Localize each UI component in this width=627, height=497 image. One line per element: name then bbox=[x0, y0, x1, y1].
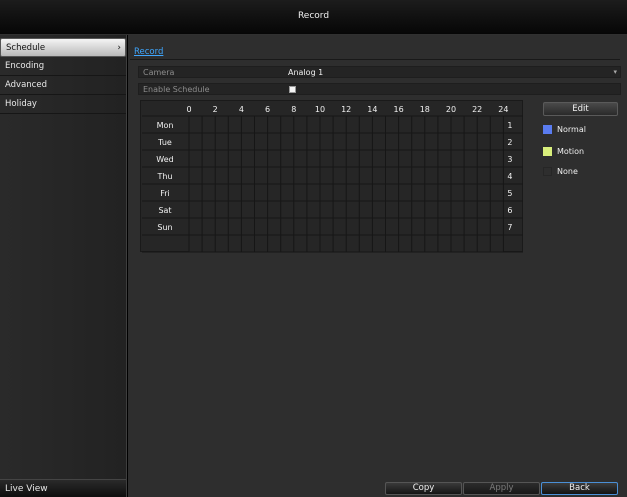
day-label: Mon bbox=[157, 121, 174, 130]
sidebar-item-holiday[interactable]: Holiday bbox=[0, 95, 126, 114]
legend-none-label: None bbox=[557, 167, 578, 176]
day-number: 3 bbox=[507, 155, 512, 164]
sidebar-item-label: Encoding bbox=[5, 61, 45, 71]
day-label: Thu bbox=[156, 172, 172, 181]
legend-motion-label: Motion bbox=[557, 147, 585, 156]
chevron-right-icon: › bbox=[117, 43, 121, 53]
day-label: Wed bbox=[156, 155, 173, 164]
edit-button[interactable]: Edit bbox=[543, 102, 618, 116]
sidebar-item-schedule[interactable]: Schedule › bbox=[0, 38, 126, 57]
hour-label: 10 bbox=[315, 105, 325, 114]
main-panel: Record Camera Analog 1 ▾ Enable Schedule… bbox=[128, 35, 627, 497]
none-swatch bbox=[543, 167, 552, 176]
sidebar-item-label: Holiday bbox=[5, 99, 37, 109]
day-label: Sat bbox=[158, 206, 171, 215]
day-number: 7 bbox=[507, 223, 512, 232]
sidebar: Schedule › Encoding Advanced Holiday Liv… bbox=[0, 35, 127, 497]
day-number: 4 bbox=[507, 172, 512, 181]
hour-label: 14 bbox=[367, 105, 377, 114]
chevron-down-icon[interactable]: ▾ bbox=[613, 67, 617, 78]
back-button[interactable]: Back bbox=[541, 482, 618, 495]
hour-label: 12 bbox=[341, 105, 351, 114]
schedule-grid-canvas[interactable]: 0 2 4 6 8 10 12 14 16 18 20 22 24MonTueWedThuFriSatS… bbox=[141, 101, 524, 253]
day-label: Sun bbox=[157, 223, 172, 232]
hour-label: 4 bbox=[239, 105, 244, 114]
motion-swatch bbox=[543, 147, 552, 156]
hour-label: 18 bbox=[420, 105, 430, 114]
day-number: 1 bbox=[507, 121, 512, 130]
hour-label: 2 bbox=[213, 105, 218, 114]
hour-label: 6 bbox=[265, 105, 270, 114]
copy-button[interactable]: Copy bbox=[385, 482, 462, 495]
sidebar-item-label: Schedule bbox=[6, 43, 46, 53]
apply-button[interactable]: Apply bbox=[463, 482, 540, 495]
camera-select[interactable]: Analog 1 bbox=[288, 67, 323, 78]
day-number: 2 bbox=[507, 138, 512, 147]
hour-label: 0 bbox=[186, 105, 191, 114]
day-number: 6 bbox=[507, 206, 512, 215]
day-label: Tue bbox=[157, 138, 172, 147]
camera-label: Camera bbox=[143, 68, 175, 77]
window-title: Record bbox=[297, 11, 330, 21]
hour-label: 22 bbox=[472, 105, 482, 114]
legend-normal-label: Normal bbox=[557, 125, 586, 134]
bottom-bar: Copy Apply Back bbox=[128, 482, 627, 497]
hour-label: 8 bbox=[291, 105, 296, 114]
hour-label: 20 bbox=[446, 105, 456, 114]
sidebar-item-label: Advanced bbox=[5, 80, 47, 90]
tab-record[interactable]: Record bbox=[134, 47, 163, 57]
camera-row: Camera Analog 1 ▾ bbox=[138, 66, 621, 78]
enable-schedule-label: Enable Schedule bbox=[143, 85, 210, 94]
day-label: Fri bbox=[160, 189, 170, 198]
normal-swatch bbox=[543, 125, 552, 134]
hour-label: 16 bbox=[394, 105, 404, 114]
title-bar: Record bbox=[0, 0, 627, 35]
hour-label: 24 bbox=[498, 105, 508, 114]
sidebar-item-advanced[interactable]: Advanced bbox=[0, 76, 126, 95]
schedule-grid[interactable]: 0 2 4 6 8 10 12 14 16 18 20 22 24 Mon Tue Wed Thu Fri Sat S… bbox=[140, 100, 524, 253]
enable-schedule-checkbox[interactable] bbox=[289, 86, 296, 93]
day-number: 5 bbox=[507, 189, 512, 198]
enable-schedule-row: Enable Schedule bbox=[138, 83, 621, 95]
sidebar-item-encoding[interactable]: Encoding bbox=[0, 57, 126, 76]
tab-strip bbox=[130, 49, 620, 60]
live-view-button[interactable]: Live View bbox=[0, 479, 126, 497]
